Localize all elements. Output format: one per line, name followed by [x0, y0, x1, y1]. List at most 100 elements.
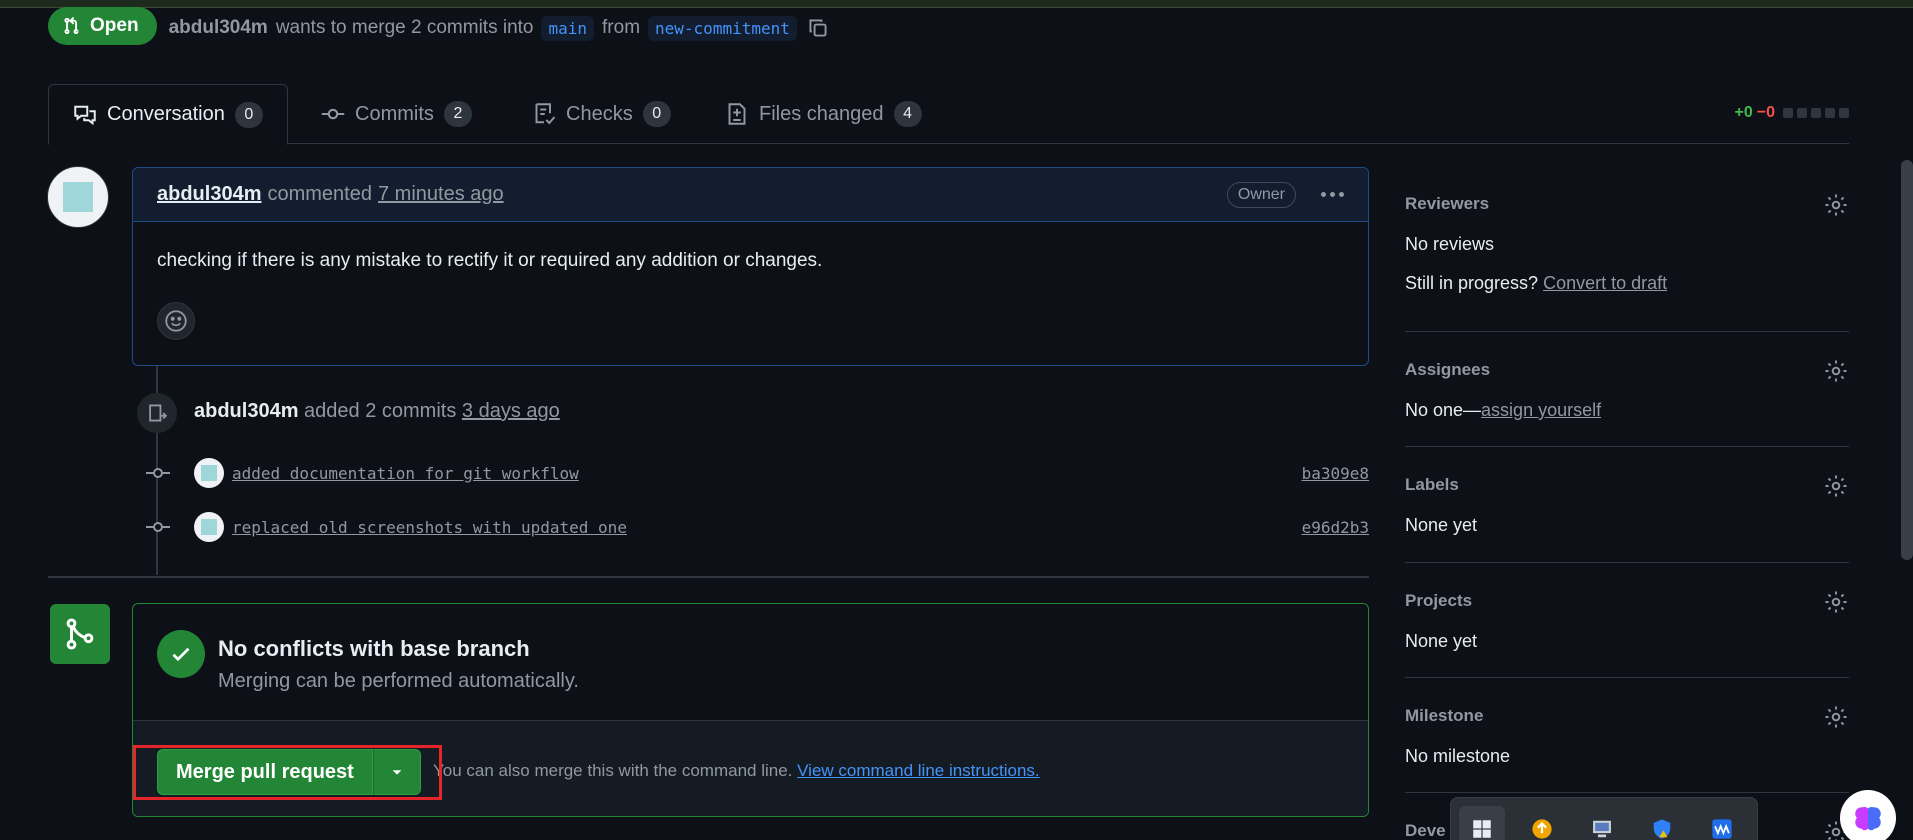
os-taskbar — [1450, 797, 1758, 840]
commit-message-link[interactable]: added documentation for git workflow — [232, 464, 579, 483]
tab-checks[interactable]: Checks 0 — [532, 84, 671, 144]
pr-description-comment: abdul304m commented 7 minutes ago Owner … — [132, 167, 1369, 366]
comment-discussion-icon — [74, 105, 96, 125]
comment-options-button[interactable] — [1316, 180, 1348, 208]
tab-conversation-label: Conversation — [107, 103, 225, 125]
comment-author-avatar[interactable] — [47, 166, 109, 228]
event-description: added 2 commits — [304, 400, 457, 422]
tab-checks-label: Checks — [566, 102, 633, 125]
projects-title[interactable]: Projects — [1405, 591, 1472, 611]
desktop-app-icon[interactable] — [1579, 806, 1625, 840]
gear-icon[interactable] — [1823, 358, 1849, 384]
pr-header: Open abdul304m wants to merge 2 commits … — [48, 7, 831, 48]
copy-icon[interactable] — [805, 15, 831, 41]
base-branch-label[interactable]: main — [541, 15, 595, 41]
page-scrollbar[interactable] — [1901, 160, 1913, 560]
comment-body: checking if there is any mistake to rect… — [157, 250, 823, 271]
commit-message-link[interactable]: replaced old screenshots with updated on… — [232, 518, 627, 537]
merge-status-subtitle: Merging can be performed automatically. — [218, 670, 579, 692]
commit-sha-link[interactable]: e96d2b3 — [1302, 518, 1369, 537]
milestone-value: No milestone — [1405, 746, 1511, 766]
head-branch-label[interactable]: new-commitment — [648, 15, 797, 41]
gear-icon[interactable] — [1823, 192, 1849, 218]
event-author-link[interactable]: abdul304m — [194, 400, 298, 422]
browser-top-strip — [0, 0, 1913, 8]
tab-files-changed[interactable]: Files changed 4 — [725, 84, 922, 144]
sidebar-milestone: Milestone No milestone — [1405, 678, 1849, 793]
commit-row: replaced old screenshots with updated on… — [144, 510, 1369, 544]
git-commit-icon — [321, 108, 345, 120]
commits-event-text: abdul304m added 2 commits 3 days ago — [194, 400, 560, 423]
comment-timestamp[interactable]: 7 minutes ago — [378, 183, 504, 206]
add-reaction-button[interactable] — [157, 302, 195, 340]
assistant-brain-icon[interactable] — [1840, 790, 1896, 840]
tab-files-changed-label: Files changed — [759, 102, 884, 125]
update-app-icon[interactable] — [1519, 806, 1565, 840]
gear-icon[interactable] — [1823, 589, 1849, 615]
commit-sha-link[interactable]: ba309e8 — [1302, 464, 1369, 483]
assignees-none: No one— — [1405, 400, 1482, 420]
git-commit-icon — [144, 520, 172, 534]
labels-value: None yet — [1405, 515, 1478, 535]
windows-start-icon[interactable] — [1459, 806, 1505, 840]
merge-hint: You can also merge this with the command… — [433, 761, 1040, 781]
push-event-icon — [137, 393, 177, 433]
tab-commits[interactable]: Commits 2 — [321, 84, 472, 144]
tab-commits-label: Commits — [355, 102, 434, 125]
development-title[interactable]: Deve — [1405, 821, 1446, 840]
assign-yourself-link[interactable]: assign yourself — [1481, 400, 1601, 420]
audio-app-icon[interactable] — [1699, 806, 1745, 840]
pr-summary-text: wants to merge 2 commits into — [275, 17, 534, 38]
diffstat-removed: −0 — [1756, 104, 1775, 121]
merge-hint-text: You can also merge this with the command… — [433, 761, 793, 780]
diffstat-block — [1825, 108, 1835, 118]
labels-title[interactable]: Labels — [1405, 475, 1459, 495]
smiley-icon — [165, 310, 187, 332]
milestone-title[interactable]: Milestone — [1405, 706, 1483, 726]
file-diff-icon — [728, 103, 746, 125]
pr-summary: abdul304m wants to merge 2 commits into … — [169, 15, 831, 41]
reviewers-title[interactable]: Reviewers — [1405, 194, 1489, 214]
reviewers-value: No reviews — [1405, 234, 1495, 254]
git-pull-request-icon — [64, 16, 79, 35]
pr-summary-from: from — [602, 17, 641, 38]
comment-author-link[interactable]: abdul304m — [157, 183, 261, 206]
tab-files-changed-count: 4 — [893, 101, 922, 127]
gear-icon[interactable] — [1823, 473, 1849, 499]
diffstat-block — [1783, 108, 1793, 118]
assignees-title[interactable]: Assignees — [1405, 360, 1490, 380]
command-line-instructions-link[interactable]: View command line instructions. — [797, 761, 1040, 780]
gear-icon[interactable] — [1823, 704, 1849, 730]
checklist-icon — [535, 103, 556, 125]
timeline-divider — [48, 576, 1369, 578]
tab-conversation[interactable]: Conversation 0 — [48, 84, 288, 145]
assignees-value: No one—assign yourself — [1405, 400, 1601, 421]
projects-value: None yet — [1405, 631, 1478, 651]
pr-author-link[interactable]: abdul304m — [169, 17, 268, 39]
pr-state-label: Open — [90, 15, 139, 36]
pr-tabs: Conversation 0 Commits 2 Checks 0 Files … — [48, 84, 1849, 145]
draft-prompt-text: Still in progress? — [1405, 273, 1539, 293]
comment-header: abdul304m commented 7 minutes ago Owner — [133, 168, 1368, 222]
commit-author-avatar[interactable] — [194, 458, 224, 488]
diffstat-block — [1797, 108, 1807, 118]
diffstat[interactable]: +0 −0 — [1735, 104, 1849, 122]
check-icon — [157, 630, 205, 678]
tab-checks-count: 0 — [642, 101, 671, 127]
convert-to-draft-link[interactable]: Convert to draft — [1543, 273, 1667, 293]
comment-verb: commented — [267, 183, 372, 205]
commit-author-avatar[interactable] — [194, 512, 224, 542]
tab-commits-count: 2 — [443, 101, 472, 127]
diffstat-block — [1811, 108, 1821, 118]
tab-conversation-count: 0 — [234, 101, 263, 128]
sidebar-reviewers: Reviewers No reviews Still in progress? … — [1405, 180, 1849, 332]
commit-row: added documentation for git workflow ba3… — [144, 456, 1369, 490]
sidebar-projects: Projects None yet — [1405, 563, 1849, 678]
sidebar-assignees: Assignees No one—assign yourself — [1405, 332, 1849, 447]
security-shield-icon[interactable] — [1639, 806, 1685, 840]
annotation-highlight-box — [133, 745, 442, 800]
diffstat-block — [1839, 108, 1849, 118]
git-commit-icon — [144, 466, 172, 480]
event-timestamp[interactable]: 3 days ago — [462, 400, 560, 422]
merge-status: No conflicts with base branch Merging ca… — [133, 604, 1368, 721]
